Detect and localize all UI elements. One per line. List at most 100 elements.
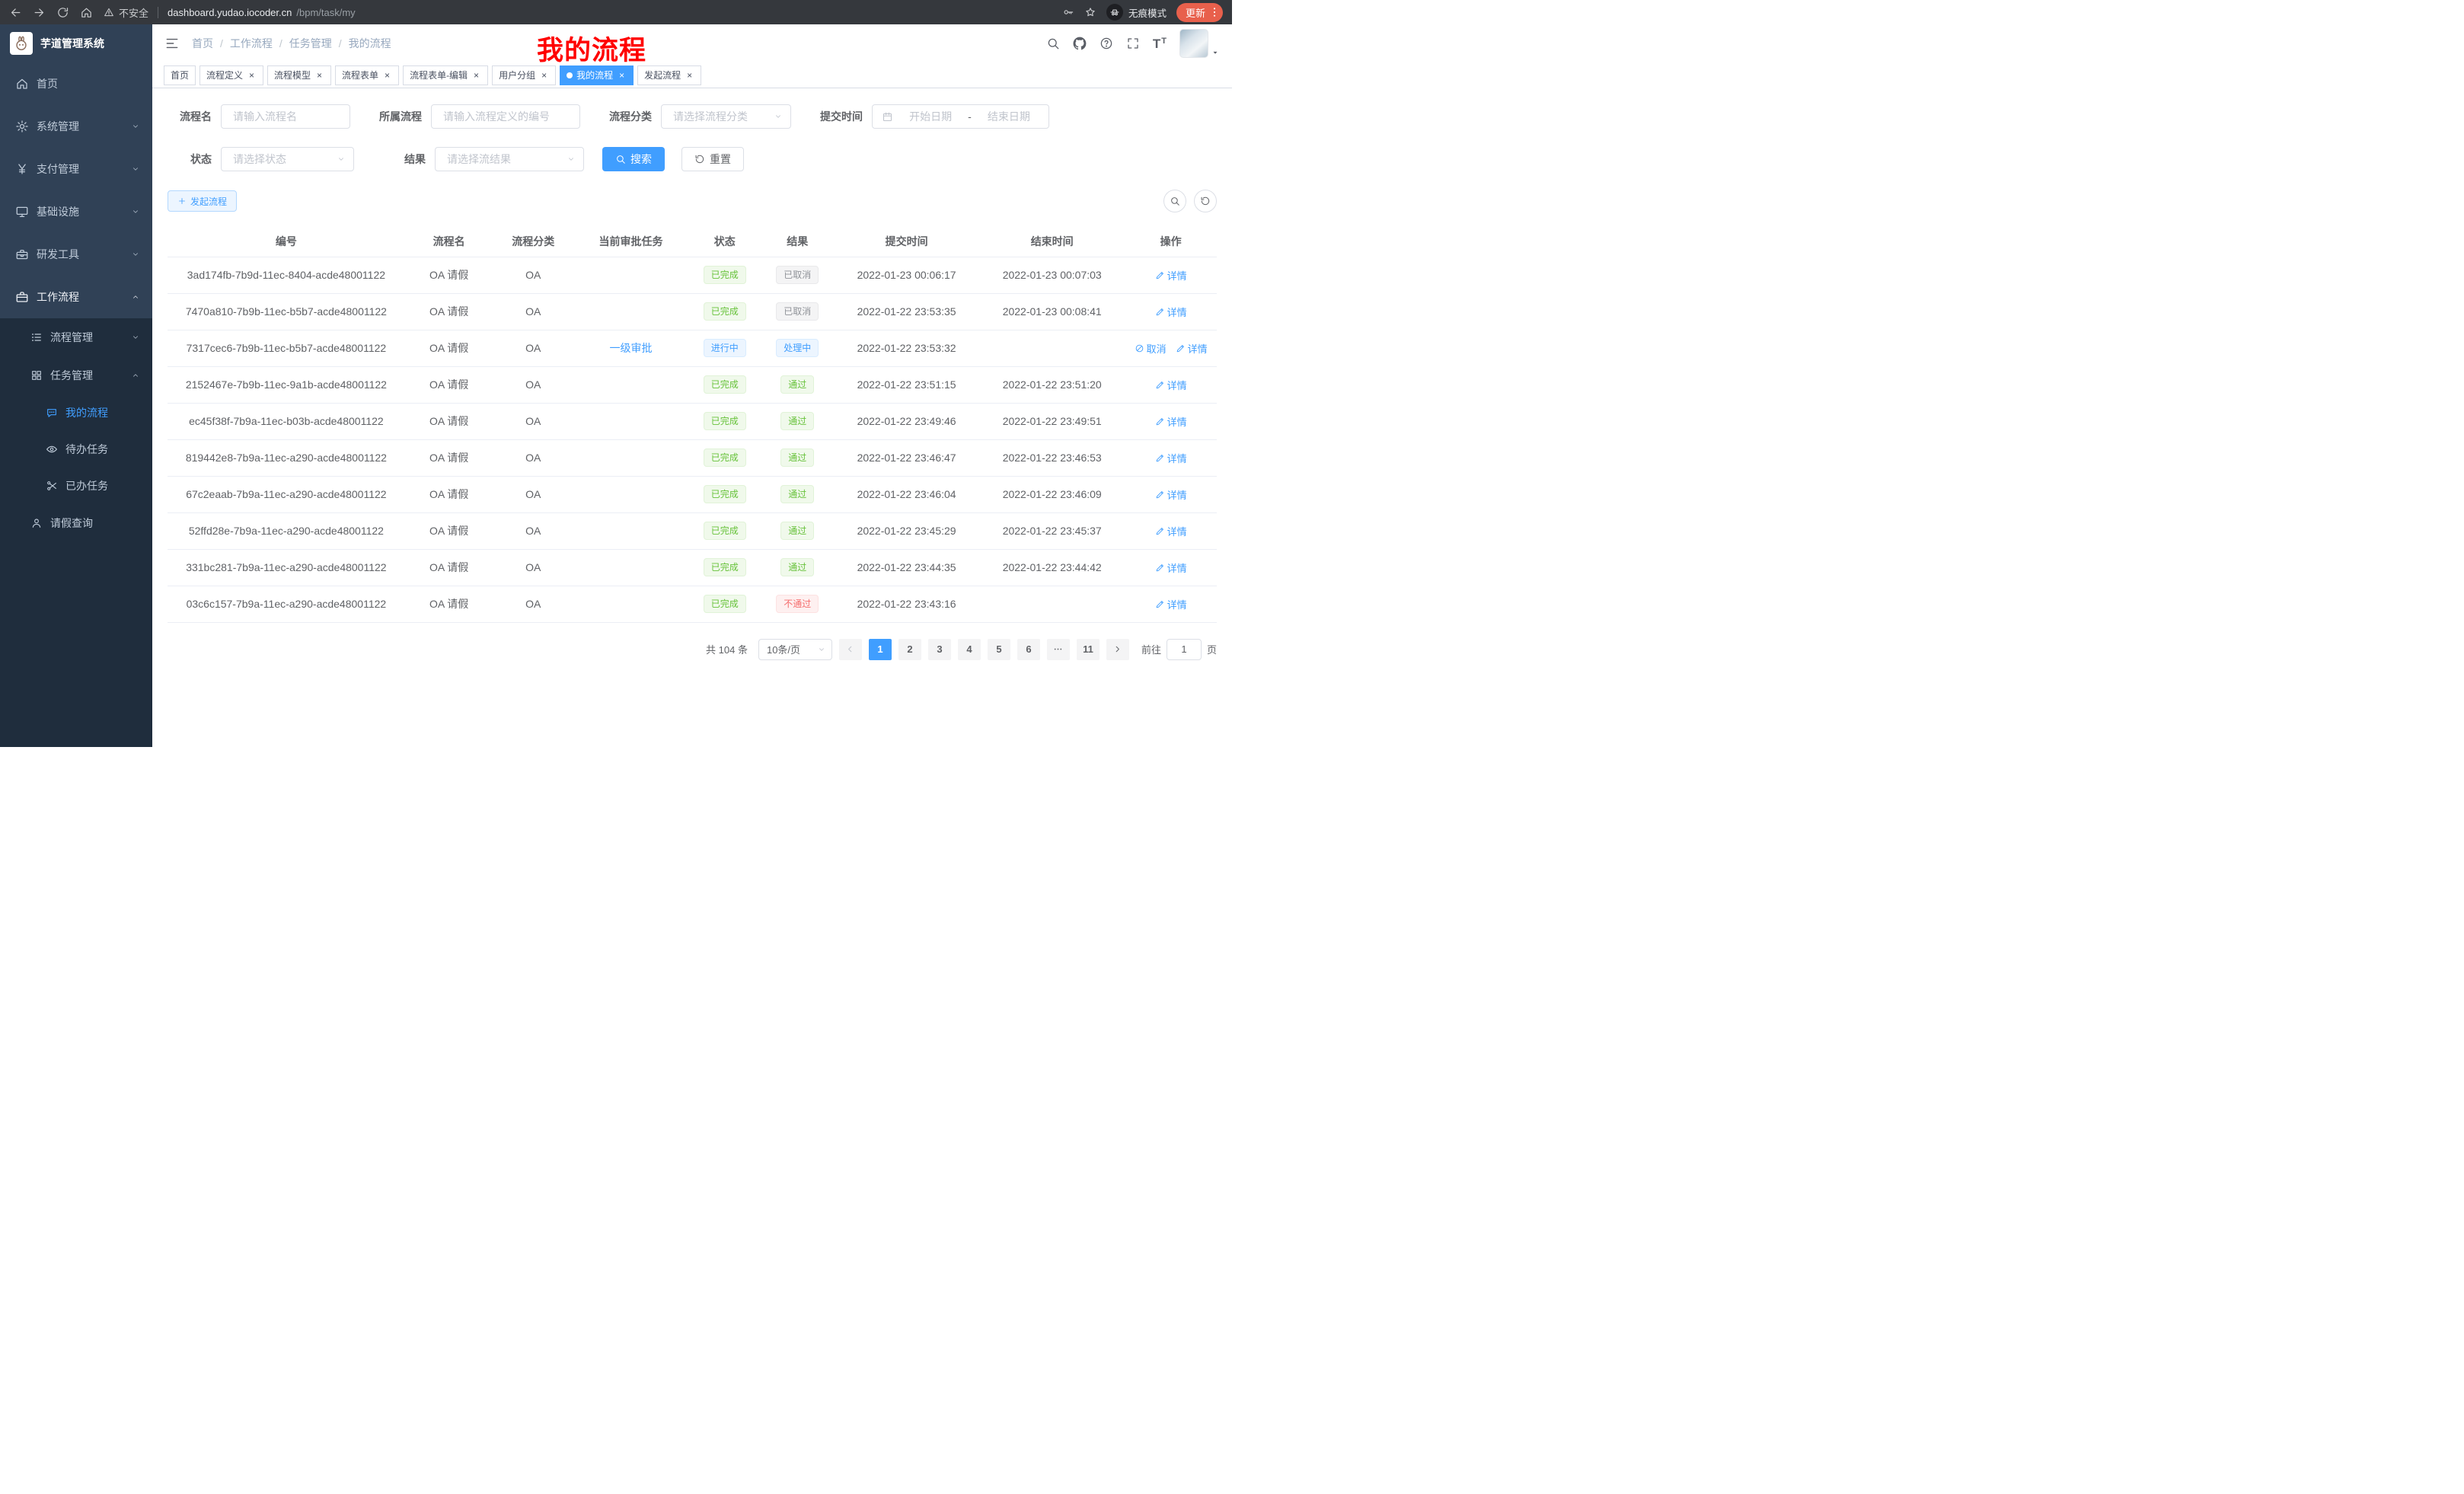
tab-close-icon[interactable]: × [685,70,694,80]
sidebar-item-system[interactable]: 系统管理 [0,105,152,148]
browser-reload-icon[interactable] [56,6,69,19]
cell-name: OA 请假 [405,366,493,403]
cell-task [573,586,688,622]
status-placeholder: 请选择状态 [233,152,286,167]
page-button-last[interactable]: 11 [1077,639,1100,660]
tab-close-icon[interactable]: × [471,70,481,80]
sidebar-item-infrastructure[interactable]: 基础设施 [0,190,152,233]
reset-button[interactable]: 重置 [681,147,744,171]
detail-link[interactable]: 详情 [1155,524,1187,538]
sidebar-item-todo-tasks[interactable]: 待办任务 [0,431,152,468]
col-status: 状态 [688,226,761,257]
current-task-link[interactable]: 一级审批 [610,342,653,354]
cell-actions: 详情 [1125,366,1217,403]
category-select[interactable]: 请选择流程分类 [661,104,791,129]
goto-page-input[interactable] [1167,639,1202,660]
update-button[interactable]: 更新 [1176,3,1223,22]
cancel-label: 取消 [1147,341,1167,356]
tab-initiate-process[interactable]: 发起流程× [637,65,701,85]
detail-link[interactable]: 详情 [1155,378,1187,392]
sidebar-item-task-mgmt[interactable]: 任务管理 [0,356,152,394]
search-icon[interactable] [1046,37,1060,50]
detail-link[interactable]: 详情 [1155,487,1187,502]
breadcrumb-item[interactable]: 首页 [192,36,213,51]
address-bar[interactable]: 不安全 dashboard.yudao.iocoder.cn/bpm/task/… [104,5,1062,20]
tab-close-icon[interactable]: × [314,70,324,80]
tab-my-process[interactable]: 我的流程× [560,65,634,85]
tab-close-icon[interactable]: × [382,70,392,80]
page-button-2[interactable]: 2 [898,639,921,660]
incognito-label: 无痕模式 [1128,5,1167,20]
calendar-icon [882,111,893,123]
tab-process-model[interactable]: 流程模型× [267,65,331,85]
browser-forward-icon[interactable] [33,6,46,19]
help-icon[interactable] [1100,37,1113,50]
browser-home-icon[interactable] [80,6,93,19]
page-button-3[interactable]: 3 [928,639,951,660]
page-button-4[interactable]: 4 [958,639,981,660]
tab-process-definition[interactable]: 流程定义× [199,65,263,85]
tab-close-icon[interactable]: × [539,70,549,80]
bookmark-star-icon[interactable] [1084,6,1096,18]
edit-icon [1155,526,1165,536]
sidebar-item-workflow[interactable]: 工作流程 [0,276,152,318]
browser-menu-icon[interactable] [1208,6,1221,18]
status-badge: 已完成 [704,485,746,503]
browser-back-icon[interactable] [9,6,22,19]
tab-user-group[interactable]: 用户分组× [492,65,556,85]
cancel-link[interactable]: 取消 [1135,341,1167,356]
table-row: 819442e8-7b9a-11ec-a290-acde48001122 OA … [168,439,1217,476]
password-key-icon[interactable] [1062,6,1074,18]
process-name-input[interactable] [221,104,350,129]
process-definition-input[interactable] [431,104,580,129]
page-button-1[interactable]: 1 [869,639,892,660]
initiate-process-button[interactable]: 发起流程 [168,190,237,212]
detail-link[interactable]: 详情 [1155,560,1187,575]
detail-link[interactable]: 详情 [1155,305,1187,319]
detail-link[interactable]: 详情 [1155,597,1187,611]
tags-view-bar: 首页 流程定义× 流程模型× 流程表单× 流程表单-编辑× 用户分组× 我的流程… [152,62,1232,88]
search-button[interactable]: 搜索 [602,147,665,171]
date-range-picker[interactable]: 开始日期 - 结束日期 [872,104,1049,129]
hamburger-icon[interactable] [164,36,180,51]
avatar[interactable] [1179,29,1208,58]
cell-task [573,512,688,549]
fullscreen-icon[interactable] [1126,37,1140,50]
page-size-select[interactable]: 10条/页 [758,639,832,660]
font-size-icon[interactable]: TT [1153,37,1167,50]
date-end-placeholder: 结束日期 [978,109,1039,124]
toggle-search-button[interactable] [1163,190,1186,212]
refresh-table-button[interactable] [1194,190,1217,212]
cell-end-time: 2022-01-22 23:49:51 [979,403,1125,439]
detail-link[interactable]: 详情 [1155,414,1187,429]
tab-process-form[interactable]: 流程表单× [335,65,399,85]
sidebar-item-process-mgmt[interactable]: 流程管理 [0,318,152,356]
github-icon[interactable] [1073,37,1087,50]
detail-link[interactable]: 详情 [1155,451,1187,465]
prev-page-button[interactable] [839,639,862,660]
user-menu[interactable] [1179,29,1220,58]
cell-actions: 详情 [1125,293,1217,330]
sidebar-item-payment[interactable]: 支付管理 [0,148,152,190]
tab-process-form-edit[interactable]: 流程表单-编辑× [403,65,488,85]
breadcrumb-item[interactable]: 任务管理 [289,36,332,51]
sidebar-item-my-process[interactable]: 我的流程 [0,394,152,431]
sidebar-item-done-tasks[interactable]: 已办任务 [0,468,152,504]
tab-close-icon[interactable]: × [247,70,257,80]
breadcrumb-item[interactable]: 工作流程 [230,36,273,51]
next-page-button[interactable] [1106,639,1129,660]
page-button-5[interactable]: 5 [988,639,1010,660]
sidebar-item-leave-query[interactable]: 请假查询 [0,504,152,542]
app-logo[interactable]: 芋道管理系统 [0,24,152,62]
detail-link[interactable]: 详情 [1155,268,1187,283]
detail-link[interactable]: 详情 [1176,341,1208,356]
cell-id: 03c6c157-7b9a-11ec-a290-acde48001122 [168,586,405,622]
tab-close-icon[interactable]: × [617,70,627,80]
sidebar-item-home[interactable]: 首页 [0,62,152,105]
tab-home[interactable]: 首页 [164,65,196,85]
result-select[interactable]: 请选择流结果 [435,147,584,171]
status-select[interactable]: 请选择状态 [221,147,354,171]
page-button-6[interactable]: 6 [1017,639,1040,660]
sidebar-item-devtools[interactable]: 研发工具 [0,233,152,276]
more-pages-icon[interactable] [1047,639,1070,660]
